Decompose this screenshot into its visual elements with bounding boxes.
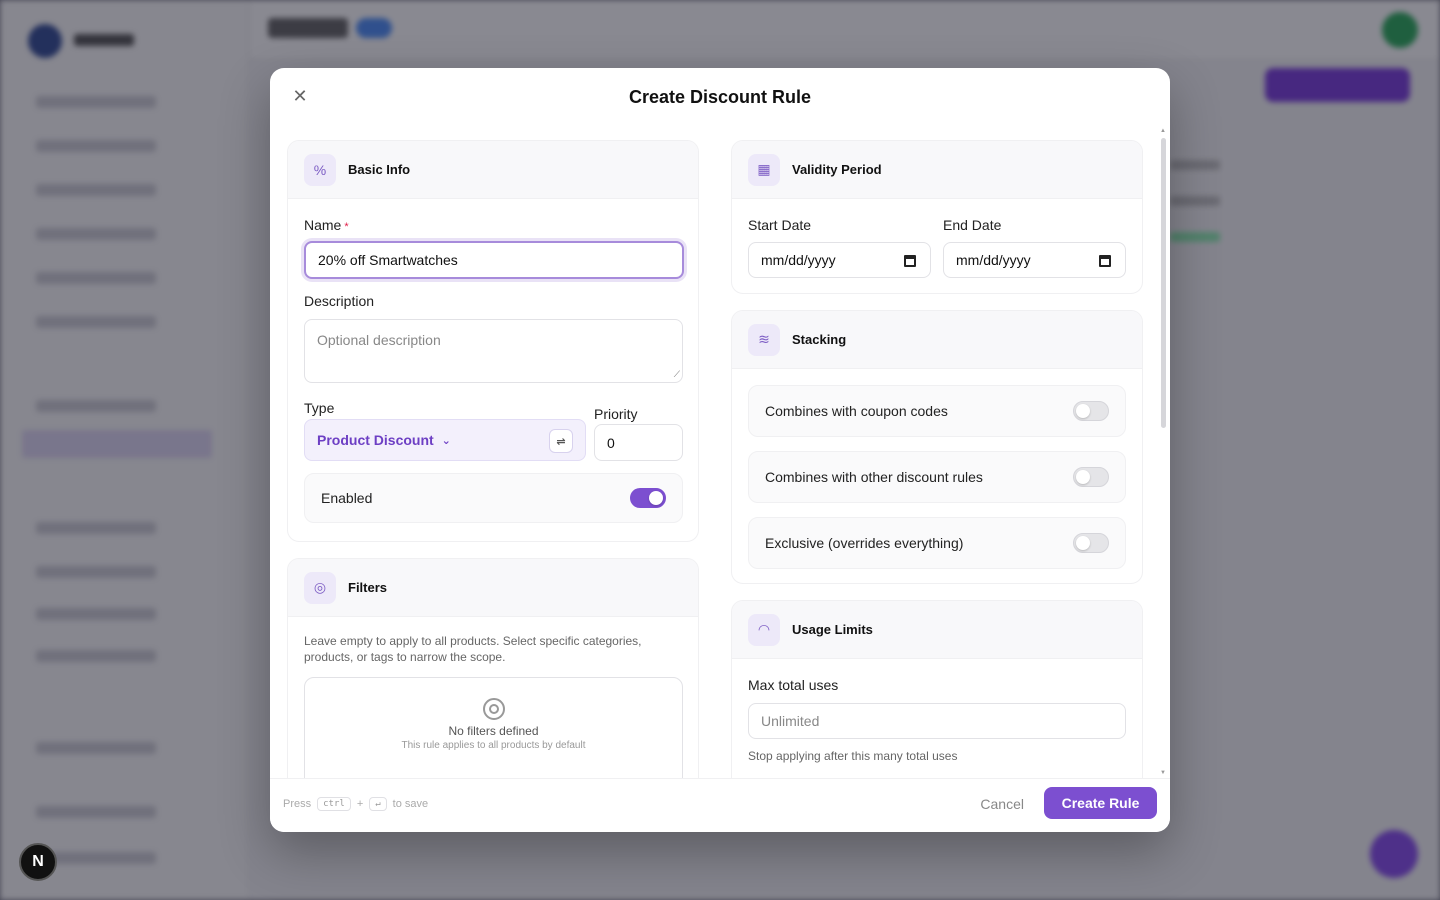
modal-title: Create Discount Rule — [628, 87, 812, 107]
create-discount-rule-modal: ✕ Create Discount Rule % Basic Info Name… — [270, 68, 1170, 832]
modal-footer: Press ctrl + ↵ to save Cancel Create Rul… — [270, 778, 1170, 832]
basic-info-header: % Basic Info — [288, 141, 698, 199]
filters-empty-state: No filters defined This rule applies to … — [304, 677, 683, 778]
basic-info-title: Basic Info — [348, 162, 411, 177]
basic-info-card: % Basic Info Name * 20% off Smartwatches … — [287, 140, 699, 542]
modal-body: % Basic Info Name * 20% off Smartwatches … — [270, 128, 1170, 778]
stacking-option-label: Exclusive (overrides everything) — [765, 535, 964, 551]
hint-save: to save — [392, 798, 429, 810]
stacking-header: ≋ Stacking — [732, 311, 1142, 369]
type-value: Product Discount — [317, 432, 434, 448]
name-label-text: Name — [304, 217, 342, 233]
max-uses-input[interactable]: Unlimited — [748, 703, 1126, 739]
gauge-icon: ◠ — [748, 613, 780, 646]
sliders-icon[interactable]: ⇌ — [549, 429, 573, 453]
stacking-card: ≋ Stacking Combines with coupon codes Co… — [731, 310, 1143, 584]
hint-plus: + — [356, 798, 364, 810]
cancel-button[interactable]: Cancel — [980, 796, 1024, 812]
priority-label: Priority — [594, 406, 638, 422]
type-select[interactable]: Product Discount ⌄ ⇌ — [304, 419, 586, 461]
empty-title: No filters defined — [448, 724, 539, 738]
priority-input[interactable]: 0 — [594, 424, 683, 461]
target-icon — [482, 698, 505, 720]
resize-handle-icon[interactable]: ⟋ — [674, 369, 680, 380]
description-label: Description — [304, 293, 375, 309]
calendar-picker-icon[interactable] — [904, 255, 916, 267]
filters-help: Leave empty to apply to all products. Se… — [304, 634, 642, 664]
ctrl-key: ctrl — [317, 797, 351, 811]
chevron-down-icon: ⌄ — [441, 434, 451, 447]
name-label: Name * — [304, 217, 349, 233]
name-input[interactable]: 20% off Smartwatches — [304, 241, 684, 279]
layers-icon: ≋ — [748, 323, 780, 356]
type-label: Type — [304, 400, 335, 416]
stacking-option-other-rules: Combines with other discount rules — [748, 451, 1126, 503]
stacking-option-label: Combines with coupon codes — [765, 403, 948, 419]
usage-limits-title: Usage Limits — [792, 622, 873, 637]
keyboard-hint: Press ctrl + ↵ to save — [283, 797, 428, 811]
scroll-down-icon[interactable]: ▼ — [1160, 770, 1166, 776]
filters-title: Filters — [348, 580, 388, 595]
filters-card: ◎ Filters Leave empty to apply to all pr… — [287, 558, 699, 778]
scrollbar-thumb[interactable] — [1161, 138, 1166, 428]
enabled-row: Enabled — [304, 473, 683, 523]
filters-header: ◎ Filters — [288, 559, 698, 617]
required-mark: * — [344, 221, 349, 233]
max-uses-label: Max total uses — [748, 677, 839, 693]
end-date-value: mm/dd/yyyy — [956, 252, 1031, 268]
empty-subtitle: This rule applies to all products by def… — [401, 740, 586, 751]
stacking-title: Stacking — [792, 332, 847, 347]
target-icon: ◎ — [304, 571, 336, 604]
calendar-picker-icon[interactable] — [1099, 255, 1111, 267]
scroll-up-icon[interactable]: ▲ — [1160, 128, 1166, 134]
enter-key: ↵ — [369, 797, 387, 811]
exclusive-toggle[interactable] — [1073, 533, 1109, 553]
end-date-label: End Date — [943, 217, 1002, 233]
start-date-value: mm/dd/yyyy — [761, 252, 836, 268]
stacking-option-exclusive: Exclusive (overrides everything) — [748, 517, 1126, 569]
description-placeholder: Optional description — [317, 332, 441, 348]
usage-limits-header: ◠ Usage Limits — [732, 601, 1142, 659]
end-date-input[interactable]: mm/dd/yyyy — [943, 242, 1126, 278]
usage-limits-card: ◠ Usage Limits Max total uses Unlimited … — [731, 600, 1143, 778]
validity-title: Validity Period — [792, 162, 882, 177]
stacking-option-label: Combines with other discount rules — [765, 469, 983, 485]
validity-header: ▦ Validity Period — [732, 141, 1142, 199]
n-badge[interactable]: N — [19, 843, 57, 881]
create-rule-button[interactable]: Create Rule — [1044, 787, 1157, 819]
percent-icon: % — [304, 153, 336, 186]
validity-card: ▦ Validity Period Start Date mm/dd/yyyy … — [731, 140, 1143, 294]
calendar-icon: ▦ — [748, 153, 780, 186]
other-rules-toggle[interactable] — [1073, 467, 1109, 487]
stacking-option-coupon: Combines with coupon codes — [748, 385, 1126, 437]
hint-press: Press — [283, 798, 312, 810]
coupon-toggle[interactable] — [1073, 401, 1109, 421]
start-date-input[interactable]: mm/dd/yyyy — [748, 242, 931, 278]
description-textarea[interactable]: Optional description ⟋ — [304, 319, 683, 383]
enabled-label: Enabled — [321, 490, 373, 506]
start-date-label: Start Date — [748, 217, 812, 233]
enabled-toggle[interactable] — [630, 488, 666, 508]
max-uses-help: Stop applying after this many total uses — [748, 749, 958, 763]
